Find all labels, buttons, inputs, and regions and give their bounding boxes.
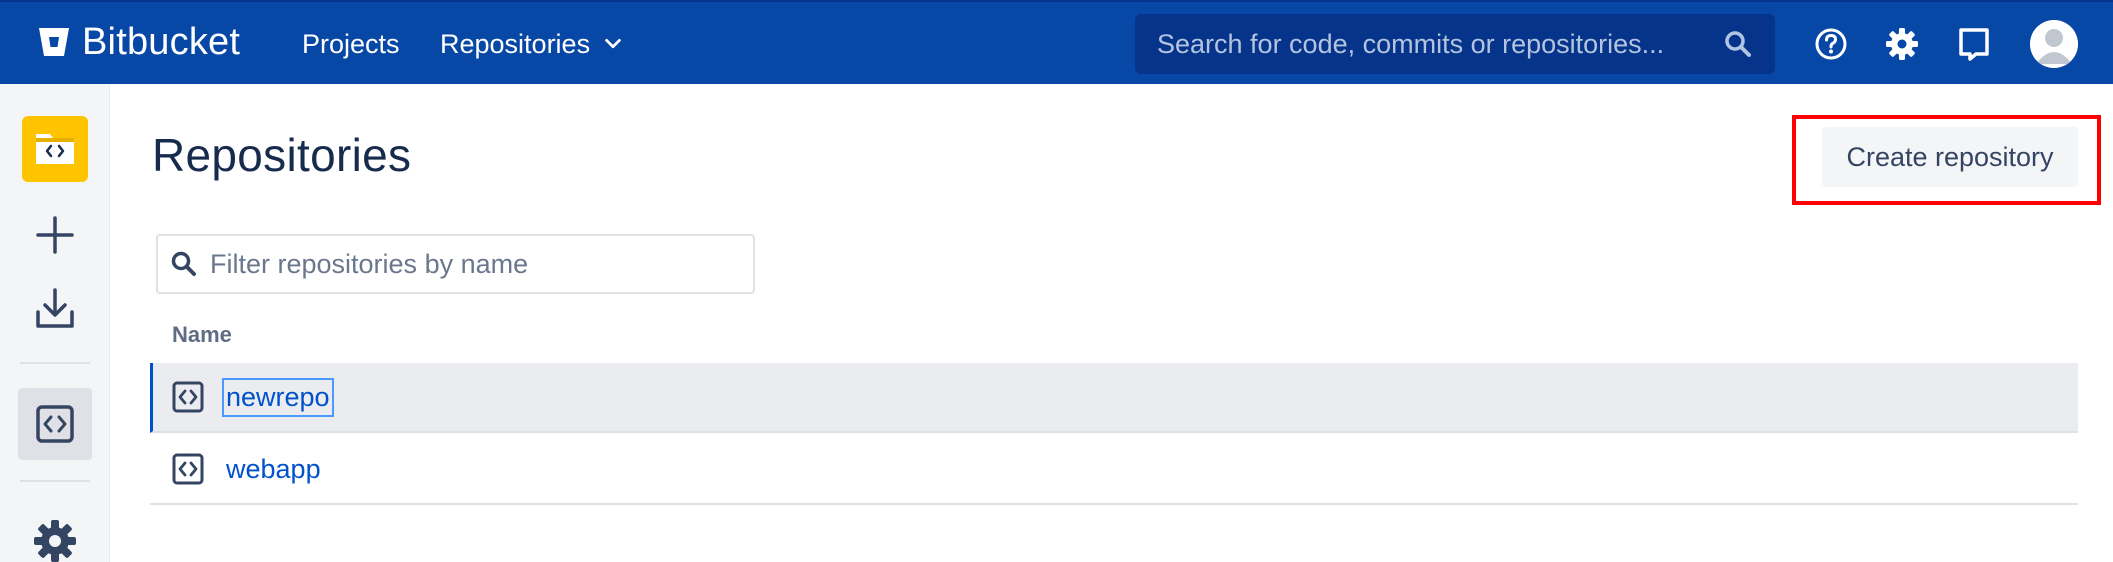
- sidebar-divider: [20, 480, 90, 482]
- avatar[interactable]: [2030, 20, 2078, 68]
- search-input[interactable]: [1135, 14, 1723, 74]
- repository-code-icon: [172, 381, 204, 413]
- table-row[interactable]: newrepo: [150, 363, 2078, 433]
- chevron-down-icon: [605, 38, 621, 49]
- page-title: Repositories: [152, 129, 412, 181]
- help-icon[interactable]: [1813, 26, 1849, 62]
- nav-projects[interactable]: Projects: [302, 24, 400, 64]
- nav-repositories-label: Repositories: [440, 29, 591, 59]
- bitbucket-logo-icon: [39, 28, 69, 56]
- bitbucket-logo[interactable]: Bitbucket: [36, 20, 240, 64]
- project-sidebar: [0, 84, 110, 562]
- user-avatar-icon: [2030, 20, 2078, 68]
- filter-repositories-input[interactable]: [198, 236, 753, 292]
- table-row[interactable]: webapp: [150, 435, 2078, 505]
- sidebar-item-repositories[interactable]: [18, 388, 92, 460]
- create-icon[interactable]: [30, 210, 80, 260]
- repository-link[interactable]: newrepo: [222, 377, 334, 417]
- repository-link[interactable]: webapp: [224, 452, 323, 487]
- filter-box: [156, 234, 755, 294]
- settings-gear-icon[interactable]: [30, 516, 80, 562]
- nav-repositories-dropdown[interactable]: Repositories: [440, 24, 624, 64]
- gear-icon[interactable]: [1884, 26, 1920, 62]
- folder-code-icon: [36, 134, 74, 164]
- repository-code-icon: [172, 453, 204, 485]
- notifications-icon[interactable]: [1956, 26, 1992, 62]
- search-icon[interactable]: [1723, 29, 1753, 59]
- project-avatar[interactable]: [22, 116, 88, 182]
- name-column-header[interactable]: Name: [172, 322, 232, 348]
- clone-download-icon[interactable]: [30, 284, 80, 334]
- repository-code-icon: [36, 405, 74, 443]
- search-icon: [171, 251, 196, 276]
- create-repository-button[interactable]: Create repository: [1822, 127, 2078, 187]
- top-navigation-bar: Bitbucket Projects Repositories: [0, 0, 2113, 84]
- global-search: [1135, 14, 1775, 74]
- logo-text: Bitbucket: [82, 20, 241, 63]
- sidebar-divider: [20, 362, 90, 364]
